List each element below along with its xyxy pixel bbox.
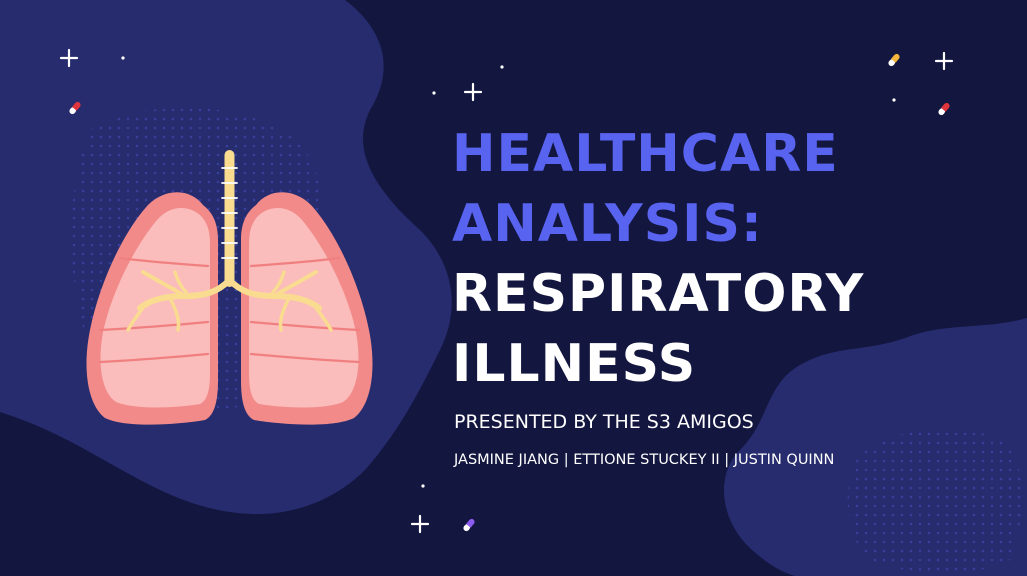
title-line-4: ILLNESS bbox=[452, 334, 697, 394]
dot-pattern bbox=[847, 428, 1022, 572]
title-line-1: HEALTHCARE bbox=[452, 124, 839, 184]
title-line-2: ANALYSIS: bbox=[452, 194, 763, 254]
title-slide: HEALTHCARE ANALYSIS: RESPIRATORY ILLNESS… bbox=[0, 0, 1027, 576]
title-line-3: RESPIRATORY bbox=[452, 264, 865, 324]
sparkle-icon bbox=[934, 51, 954, 71]
pill-icon bbox=[463, 518, 475, 532]
authors: JASMINE JIANG | ETTIONE STUCKEY II | JUS… bbox=[454, 452, 835, 468]
sparkle-icon bbox=[410, 514, 430, 534]
pill-icon bbox=[938, 102, 950, 116]
subtitle: PRESENTED BY THE S3 AMIGOS bbox=[454, 411, 754, 433]
sparkle-icon bbox=[463, 82, 483, 102]
pill-icon bbox=[888, 53, 900, 67]
